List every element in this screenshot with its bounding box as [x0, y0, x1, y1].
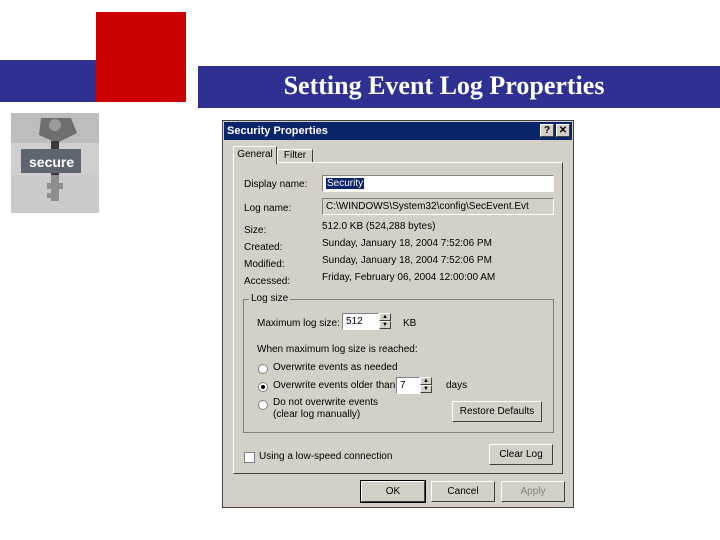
days-spinner[interactable]: ▲ ▼ — [420, 377, 432, 394]
general-tab-panel: Display name: Security Log name: C:\WIND… — [233, 162, 563, 474]
log-name-label: Log name: — [244, 203, 292, 214]
close-button[interactable]: ✕ — [556, 124, 570, 137]
max-log-size-label: Maximum log size: — [257, 318, 340, 329]
do-not-overwrite-sublabel: (clear log manually) — [273, 409, 361, 420]
max-log-size-input[interactable]: 512 — [342, 313, 379, 330]
secure-key-logo: secure — [11, 113, 99, 213]
radio-selected-dot — [261, 385, 265, 389]
accessed-value: Friday, February 06, 2004 12:00:00 AM — [322, 272, 496, 283]
ok-button[interactable]: OK — [360, 480, 426, 503]
cancel-button[interactable]: Cancel — [431, 481, 495, 502]
display-name-field[interactable]: Security — [322, 175, 554, 192]
spin-up-icon[interactable]: ▲ — [379, 313, 391, 321]
log-size-group-label: Log size — [249, 293, 291, 304]
do-not-overwrite-label[interactable]: Do not overwrite events — [273, 397, 378, 408]
overwrite-as-needed-radio[interactable] — [258, 364, 268, 374]
spin-down-icon[interactable]: ▼ — [379, 321, 391, 329]
overwrite-older-radio[interactable] — [258, 382, 268, 392]
tab-filter[interactable]: Filter — [277, 149, 313, 163]
security-properties-dialog: Security Properties ? ✕ General Filter D… — [222, 120, 574, 508]
days-input[interactable]: 7 — [396, 377, 420, 394]
logo-text: secure — [29, 154, 75, 170]
display-name-value: Security — [326, 178, 365, 189]
low-speed-checkbox[interactable] — [244, 452, 255, 463]
overwrite-as-needed-label[interactable]: Overwrite events as needed — [273, 362, 398, 373]
dialog-title: Security Properties — [227, 125, 328, 137]
clear-log-button[interactable]: Clear Log — [489, 444, 553, 465]
decor-red-square — [96, 12, 186, 102]
size-label: Size: — [244, 225, 267, 236]
help-button[interactable]: ? — [540, 124, 554, 137]
dialog-titlebar[interactable]: Security Properties ? ✕ — [224, 122, 572, 140]
spin-down-icon[interactable]: ▼ — [420, 385, 432, 393]
created-label: Created: — [244, 242, 283, 253]
created-value: Sunday, January 18, 2004 7:52:06 PM — [322, 238, 492, 249]
do-not-overwrite-radio[interactable] — [258, 400, 268, 410]
apply-button[interactable]: Apply — [501, 481, 565, 502]
spin-up-icon[interactable]: ▲ — [420, 377, 432, 385]
log-name-field[interactable]: C:\WINDOWS\System32\config\SecEvent.Evt — [322, 198, 554, 215]
max-log-size-spinner[interactable]: ▲ ▼ — [379, 313, 391, 330]
log-size-group: Log size Maximum log size: 512 ▲ ▼ KB Wh… — [243, 293, 554, 433]
modified-label: Modified: — [244, 259, 285, 270]
overwrite-older-label[interactable]: Overwrite events older than — [273, 380, 395, 391]
max-log-size-unit: KB — [403, 318, 417, 329]
restore-defaults-button[interactable]: Restore Defaults — [452, 401, 542, 422]
days-label: days — [446, 380, 468, 391]
slide-title: Setting Event Log Properties — [283, 71, 605, 100]
tab-general[interactable]: General — [233, 146, 277, 164]
decor-blue-bar-left — [0, 60, 111, 102]
when-reached-label: When maximum log size is reached: — [257, 344, 418, 355]
display-name-label: Display name: — [244, 179, 308, 190]
low-speed-label[interactable]: Using a low-speed connection — [259, 451, 392, 462]
size-value: 512.0 KB (524,288 bytes) — [322, 221, 436, 232]
modified-value: Sunday, January 18, 2004 7:52:06 PM — [322, 255, 492, 266]
accessed-label: Accessed: — [244, 276, 291, 287]
